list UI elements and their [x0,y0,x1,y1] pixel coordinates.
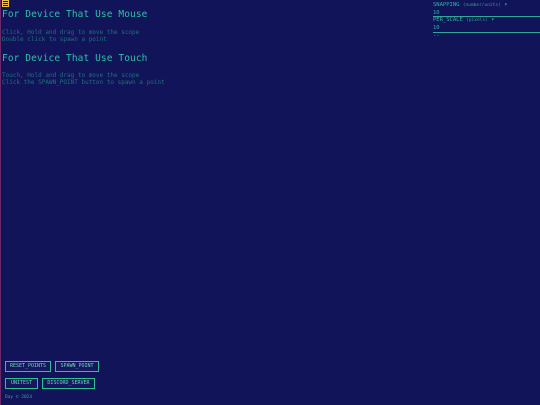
touch-heading: For Device That Use Touch [2,53,148,64]
per-scale-hint: (pixels) [466,18,488,23]
spawn-point-button[interactable]: SPAWN_POINT [55,361,99,372]
chevron-down-icon[interactable]: ▾ [504,2,507,8]
mouse-instruction-drag: Click, Hold and drag to move the scope [2,29,140,36]
touch-instruction-spawn: Click the SPAWN_POINT button to spawn a … [2,79,165,86]
touch-instruction-drag: Touch, Hold and drag to move the scope [2,72,140,79]
snapping-label: SNAPPING [433,2,460,8]
discord-server-button[interactable]: DISCORD_SERVER [42,378,95,389]
snapping-hint: (number/units) [462,3,501,8]
reset-points-button[interactable]: RESET_POINTS [5,361,51,372]
snapping-label-row[interactable]: SNAPPING (number/units) ▾ [433,2,540,8]
footer-copyright: Day © 2024 [5,395,33,400]
per-scale-label-row[interactable]: PER_SCALE (pixels) ▾ [433,17,540,23]
mouse-instruction-spawn: Double click to spawn a point [2,36,107,43]
chevron-down-icon[interactable]: ▾ [491,17,494,23]
mouse-heading: For Device That Use Mouse [2,9,148,20]
per-scale-field[interactable]: 10 [433,25,540,31]
unitest-button[interactable]: UNITEST [5,378,38,389]
extra-field[interactable]: -- [433,33,540,39]
per-scale-label: PER_SCALE [433,17,463,23]
menu-icon[interactable] [2,0,9,7]
